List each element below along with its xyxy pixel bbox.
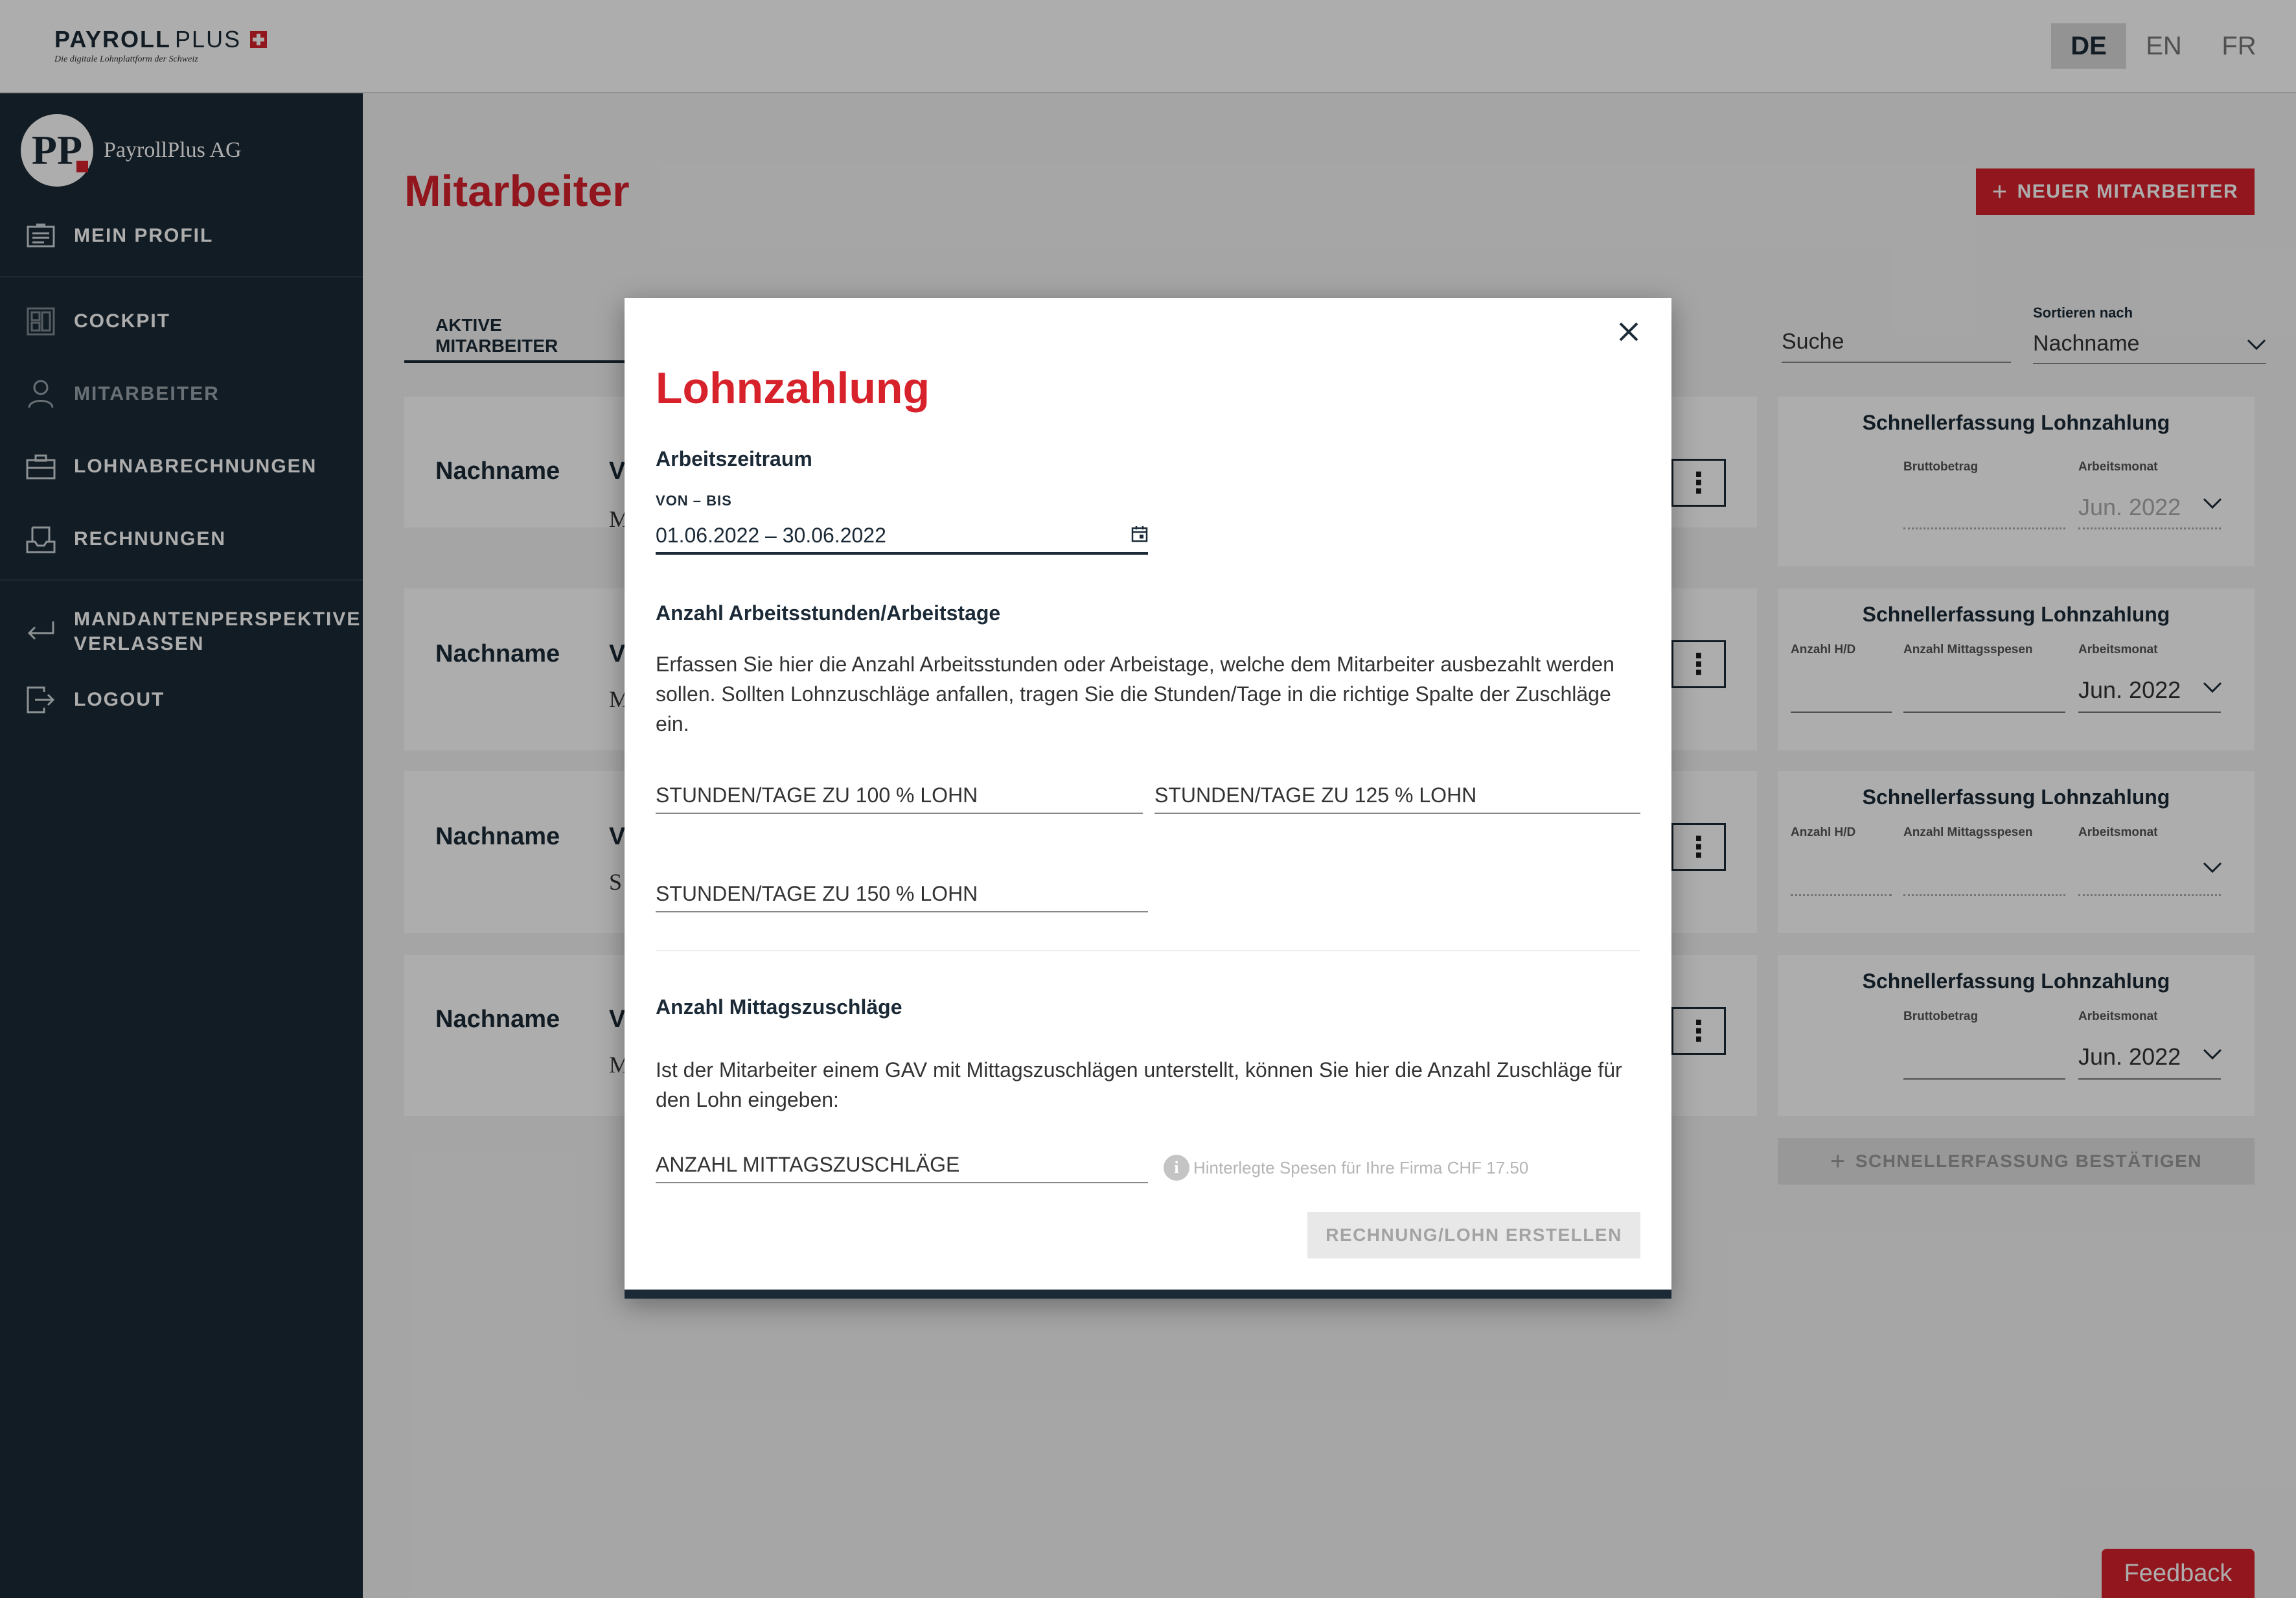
period-label: VON – BIS [656,492,732,509]
close-icon [1618,321,1640,346]
section-period: Arbeitszeitraum [656,447,812,470]
section-divider [656,950,1640,951]
hours-150-placeholder: STUNDEN/TAGE ZU 150 % LOHN [656,882,978,905]
section-lunch: Anzahl Mittagszuschläge [656,995,902,1019]
close-button[interactable] [1609,314,1648,353]
modal-title: Lohnzahlung [656,364,930,413]
lunch-count-placeholder: ANZAHL MITTAGSZUSCHLÄGE [656,1153,960,1176]
lunch-count-input[interactable]: ANZAHL MITTAGSZUSCHLÄGE [656,1144,1148,1183]
info-icon: i [1164,1155,1189,1181]
section-hours: Anzahl Arbeitsstunden/Arbeitstage [656,601,1001,625]
hours-100-placeholder: STUNDEN/TAGE ZU 100 % LOHN [656,783,978,807]
expense-hint: i Hinterlegte Spesen für Ihre Firma CHF … [1164,1155,1528,1181]
hours-description: Erfassen Sie hier die Anzahl Arbeitsstun… [656,653,1614,735]
payment-modal: Lohnzahlung Arbeitszeitraum VON – BIS 01… [625,298,1671,1299]
hours-125-input[interactable]: STUNDEN/TAGE ZU 125 % LOHN [1154,775,1640,814]
hours-125-placeholder: STUNDEN/TAGE ZU 125 % LOHN [1154,783,1477,807]
date-range-input[interactable]: 01.06.2022 – 30.06.2022 [656,518,1148,555]
expense-hint-text: Hinterlegte Spesen für Ihre Firma CHF 17… [1193,1157,1529,1177]
calendar-icon[interactable] [1131,524,1148,548]
hours-150-input[interactable]: STUNDEN/TAGE ZU 150 % LOHN [656,874,1148,912]
lunch-description: Ist der Mitarbeiter einem GAV mit Mittag… [656,1058,1622,1111]
date-range-value: 01.06.2022 – 30.06.2022 [656,523,886,547]
hours-100-input[interactable]: STUNDEN/TAGE ZU 100 % LOHN [656,775,1143,814]
create-invoice-button[interactable]: RECHNUNG/LOHN ERSTELLEN [1307,1212,1640,1258]
